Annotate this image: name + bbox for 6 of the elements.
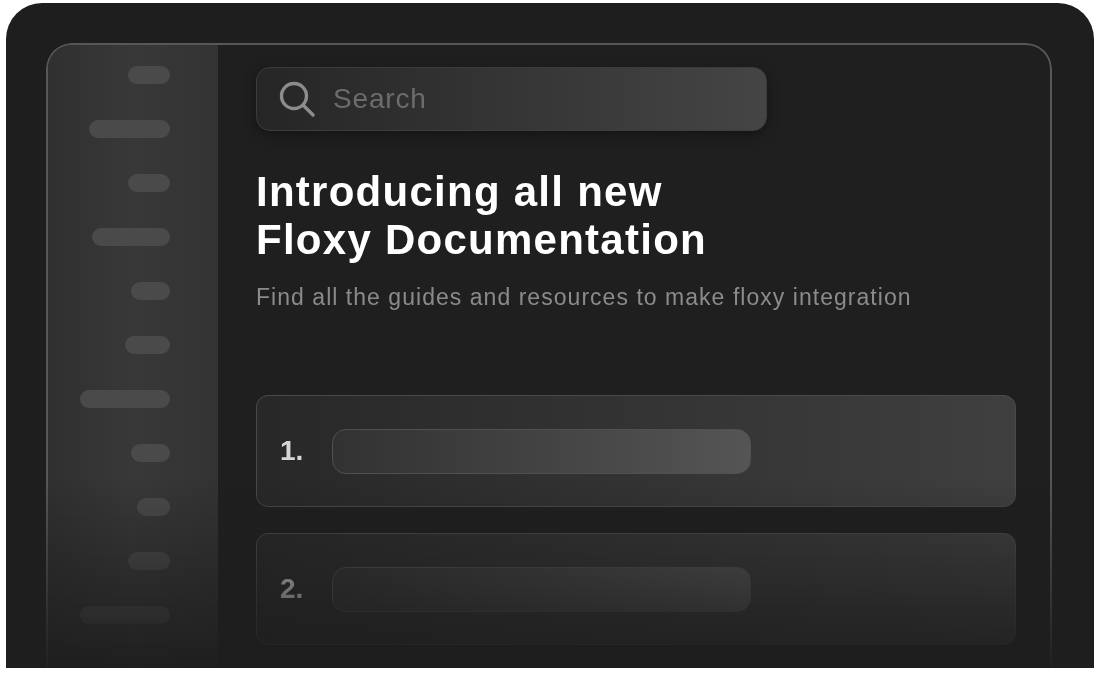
search-field[interactable]: Search: [256, 67, 767, 131]
step-number: 2.: [280, 572, 304, 606]
subtitle: Find all the guides and resources to make floxy integration: [256, 283, 912, 311]
search-icon: [279, 81, 315, 117]
step-number: 1.: [280, 434, 304, 468]
headline: Introducing all new Floxy Documentation: [256, 168, 707, 264]
